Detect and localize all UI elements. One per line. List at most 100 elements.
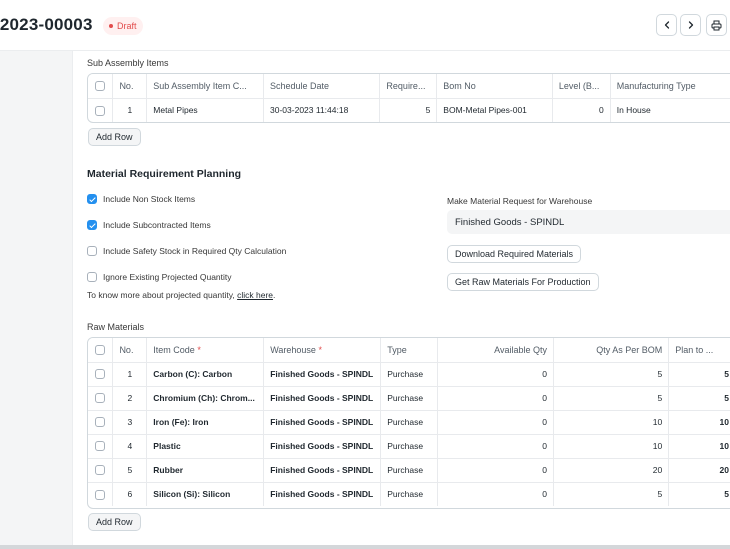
type-cell[interactable]: Purchase — [380, 361, 439, 386]
checkbox-label: Include Non Stock Items — [103, 194, 196, 204]
warehouse-cell[interactable]: Finished Goods - SPINDL — [263, 433, 382, 458]
row-checkbox[interactable] — [88, 97, 114, 122]
bom-no-cell[interactable]: BOM-Metal Pipes-001 — [436, 97, 553, 122]
available-qty-cell[interactable]: 0 — [437, 481, 554, 506]
raw-materials-add-row-button[interactable]: Add Row — [88, 513, 141, 531]
bottom-scrollbar[interactable] — [0, 545, 730, 549]
qty-per-bom-cell[interactable]: 5 — [553, 385, 670, 410]
previous-button[interactable] — [656, 14, 677, 36]
checkbox-checked[interactable] — [87, 194, 97, 204]
ignore-projected-qty-checkbox[interactable]: Ignore Existing Projected Quantity — [87, 272, 232, 282]
column-header: Item Code * — [146, 338, 265, 362]
warehouse-field-label: Make Material Request for Warehouse — [447, 196, 593, 206]
row-checkbox[interactable] — [88, 457, 114, 482]
chevron-right-icon — [688, 21, 693, 29]
table-row[interactable]: 3 Iron (Fe): Iron Finished Goods - SPINDL P… — [88, 409, 730, 434]
qty-per-bom-cell[interactable]: 5 — [553, 361, 670, 386]
raw-materials-table: No. Item Code * Warehouse * Type Availab… — [87, 337, 730, 509]
table-header-row: No. Item Code * Warehouse * Type Availab… — [88, 338, 730, 362]
plan-to-request-cell[interactable]: 10 — [668, 433, 730, 458]
available-qty-cell[interactable]: 0 — [437, 385, 554, 410]
sidebar — [0, 51, 72, 545]
qty-per-bom-cell[interactable]: 10 — [553, 433, 670, 458]
item-code-cell[interactable]: Silicon (Si): Silicon — [146, 481, 265, 506]
table-row[interactable]: 5 Rubber Finished Goods - SPINDL Purchase 0 2… — [88, 457, 730, 482]
sub-assembly-add-row-button[interactable]: Add Row — [88, 128, 141, 146]
qty-per-bom-cell[interactable]: 10 — [553, 409, 670, 434]
warehouse-cell[interactable]: Finished Goods - SPINDL — [263, 361, 382, 386]
table-row[interactable]: 6 Silicon (Si): Silicon Finished Goods - S… — [88, 481, 730, 506]
plan-to-request-cell[interactable]: 20 — [668, 457, 730, 482]
include-subcontracted-checkbox[interactable]: Include Subcontracted Items — [87, 220, 211, 230]
warehouse-cell[interactable]: Finished Goods - SPINDL — [263, 409, 382, 434]
warehouse-cell[interactable]: Finished Goods - SPINDL — [263, 457, 382, 482]
table-row[interactable]: 2 Chromium (Ch): Chrom... Finished Goods -… — [88, 385, 730, 410]
available-qty-cell[interactable]: 0 — [437, 409, 554, 434]
required-qty-cell[interactable]: 5 — [379, 97, 438, 122]
row-number: 5 — [112, 457, 148, 482]
column-header: Available Qty — [437, 338, 554, 362]
plan-to-request-cell[interactable]: 5 — [668, 361, 730, 386]
plan-to-request-cell[interactable]: 5 — [668, 385, 730, 410]
next-button[interactable] — [680, 14, 701, 36]
type-cell[interactable]: Purchase — [380, 433, 439, 458]
column-header: Sub Assembly Item C... — [146, 74, 265, 98]
document-title: -2023-00003 — [0, 15, 93, 34]
type-cell[interactable]: Purchase — [380, 385, 439, 410]
row-checkbox[interactable] — [88, 481, 114, 506]
row-checkbox[interactable] — [88, 409, 114, 434]
status-text: Draft — [117, 21, 137, 31]
status-badge: Draft — [103, 17, 143, 35]
item-code-cell[interactable]: Carbon (C): Carbon — [146, 361, 265, 386]
include-safety-stock-checkbox[interactable]: Include Safety Stock in Required Qty Cal… — [87, 246, 286, 256]
available-qty-cell[interactable]: 0 — [437, 457, 554, 482]
table-row[interactable]: 1 Carbon (C): Carbon Finished Goods - SPIN… — [88, 361, 730, 386]
row-number: 2 — [112, 385, 148, 410]
status-dot — [109, 24, 113, 28]
click-here-link[interactable]: click here — [237, 290, 273, 300]
select-all-checkbox[interactable] — [88, 74, 114, 98]
get-raw-materials-button[interactable]: Get Raw Materials For Production — [447, 273, 599, 291]
checkbox-unchecked[interactable] — [87, 246, 97, 256]
table-row[interactable]: 4 Plastic Finished Goods - SPINDL Purchase 0… — [88, 433, 730, 458]
print-button[interactable] — [706, 14, 727, 36]
checkbox-label: Include Safety Stock in Required Qty Cal… — [103, 246, 287, 256]
column-header: Require... — [379, 74, 438, 98]
include-non-stock-checkbox[interactable]: Include Non Stock Items — [87, 194, 195, 204]
schedule-date-cell[interactable]: 30-03-2023 11:44:18 — [263, 97, 381, 122]
row-number: 6 — [112, 481, 148, 506]
projected-qty-hint: To know more about projected quantity, c… — [87, 290, 275, 300]
qty-per-bom-cell[interactable]: 5 — [553, 481, 670, 506]
warehouse-cell[interactable]: Finished Goods - SPINDL — [263, 481, 382, 506]
page-header: -2023-00003 Draft — [0, 0, 730, 51]
row-checkbox[interactable] — [88, 361, 114, 386]
type-cell[interactable]: Purchase — [380, 457, 439, 482]
checkbox-unchecked[interactable] — [87, 272, 97, 282]
sub-assembly-item-cell[interactable]: Metal Pipes — [146, 97, 265, 122]
type-cell[interactable]: Purchase — [380, 409, 439, 434]
table-row[interactable]: 1 Metal Pipes 30-03-2023 11:44:18 5 BOM-… — [88, 97, 730, 122]
column-header: Type — [380, 338, 439, 362]
row-checkbox[interactable] — [88, 433, 114, 458]
select-all-checkbox[interactable] — [88, 338, 114, 362]
item-code-cell[interactable]: Rubber — [146, 457, 265, 482]
warehouse-field[interactable]: Finished Goods - SPINDL — [447, 210, 730, 234]
sub-assembly-label: Sub Assembly Items — [87, 58, 169, 68]
plan-to-request-cell[interactable]: 5 — [668, 481, 730, 506]
available-qty-cell[interactable]: 0 — [437, 433, 554, 458]
type-cell[interactable]: Purchase — [380, 481, 439, 506]
level-cell[interactable]: 0 — [552, 97, 611, 122]
row-checkbox[interactable] — [88, 385, 114, 410]
plan-to-request-cell[interactable]: 10 — [668, 409, 730, 434]
print-icon — [711, 20, 722, 30]
available-qty-cell[interactable]: 0 — [437, 361, 554, 386]
download-required-materials-button[interactable]: Download Required Materials — [447, 245, 582, 263]
item-code-cell[interactable]: Plastic — [146, 433, 265, 458]
item-code-cell[interactable]: Chromium (Ch): Chrom... — [146, 385, 265, 410]
item-code-cell[interactable]: Iron (Fe): Iron — [146, 409, 265, 434]
checkbox-checked[interactable] — [87, 220, 97, 230]
column-header: Bom No — [436, 74, 553, 98]
warehouse-cell[interactable]: Finished Goods - SPINDL — [263, 385, 382, 410]
manufacturing-type-cell[interactable]: In House — [610, 97, 730, 122]
qty-per-bom-cell[interactable]: 20 — [553, 457, 670, 482]
